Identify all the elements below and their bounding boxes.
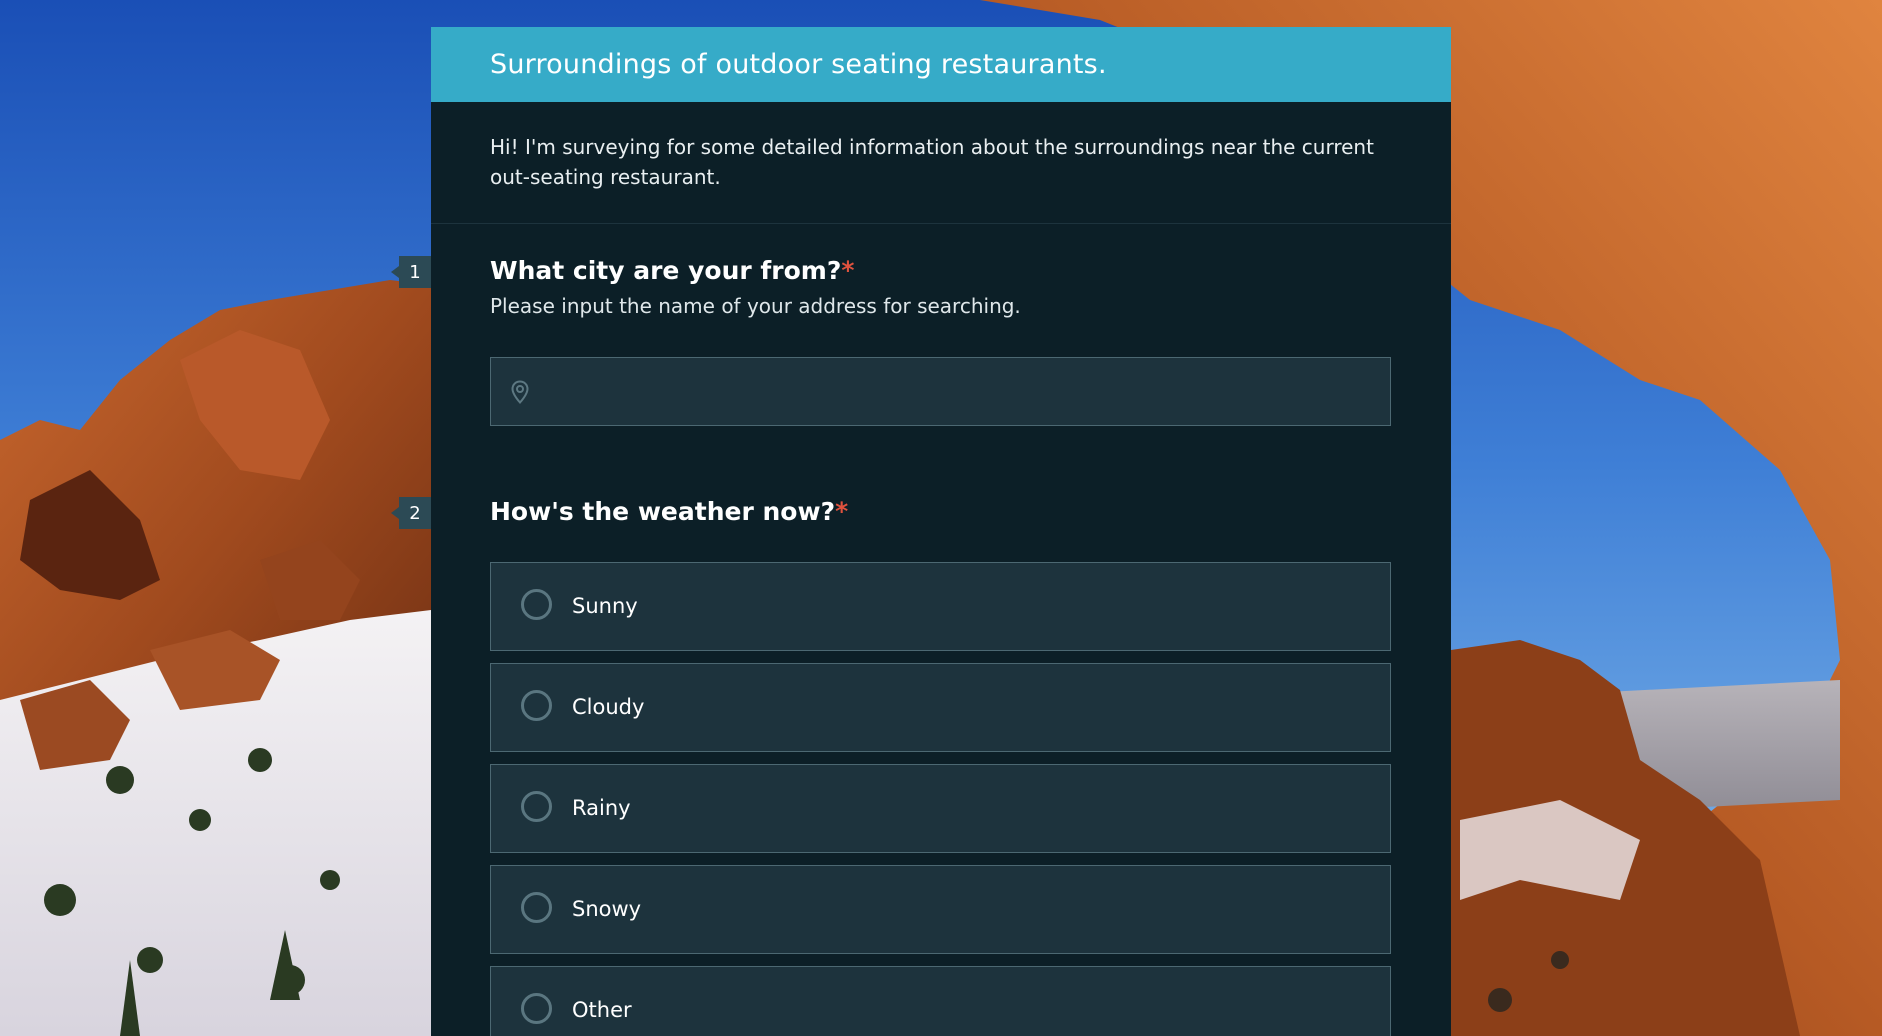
radio-button[interactable] xyxy=(521,892,552,923)
radio-button[interactable] xyxy=(521,690,552,721)
question-title-row: How's the weather now?* xyxy=(490,497,1391,526)
form-title: Surroundings of outdoor seating restaura… xyxy=(490,49,1107,80)
option-label: Cloudy xyxy=(572,695,645,719)
city-input[interactable] xyxy=(547,358,1381,427)
radio-button[interactable] xyxy=(521,791,552,822)
required-asterisk: * xyxy=(835,497,849,526)
option-snowy[interactable]: Snowy xyxy=(490,865,1391,954)
radio-button[interactable] xyxy=(521,589,552,620)
question-number-badge: 2 xyxy=(391,497,431,529)
location-pin-icon xyxy=(511,380,529,409)
option-sunny[interactable]: Sunny xyxy=(490,562,1391,651)
radio-button[interactable] xyxy=(521,993,552,1024)
option-label: Other xyxy=(572,998,632,1022)
option-label: Snowy xyxy=(572,897,642,921)
required-asterisk: * xyxy=(841,256,855,285)
form-header: Surroundings of outdoor seating restaura… xyxy=(431,27,1451,102)
option-cloudy[interactable]: Cloudy xyxy=(490,663,1391,752)
option-other[interactable]: Other xyxy=(490,966,1391,1036)
option-rainy[interactable]: Rainy xyxy=(490,764,1391,853)
form-description: Hi! I'm surveying for some detailed info… xyxy=(431,102,1451,224)
question-weather: How's the weather now?* xyxy=(490,497,1391,526)
question-title: What city are your from? xyxy=(490,256,842,285)
question-title: How's the weather now? xyxy=(490,497,836,526)
question-title-row: What city are your from?* xyxy=(490,256,1391,285)
question-city: What city are your from?* Please input t… xyxy=(490,256,1391,318)
question-number-badge: 1 xyxy=(391,256,431,288)
survey-form: Surroundings of outdoor seating restaura… xyxy=(431,27,1451,1036)
city-search-field[interactable] xyxy=(490,357,1391,427)
question-hint: Please input the name of your address fo… xyxy=(490,294,1021,318)
option-label: Sunny xyxy=(572,594,638,618)
option-label: Rainy xyxy=(572,796,631,820)
